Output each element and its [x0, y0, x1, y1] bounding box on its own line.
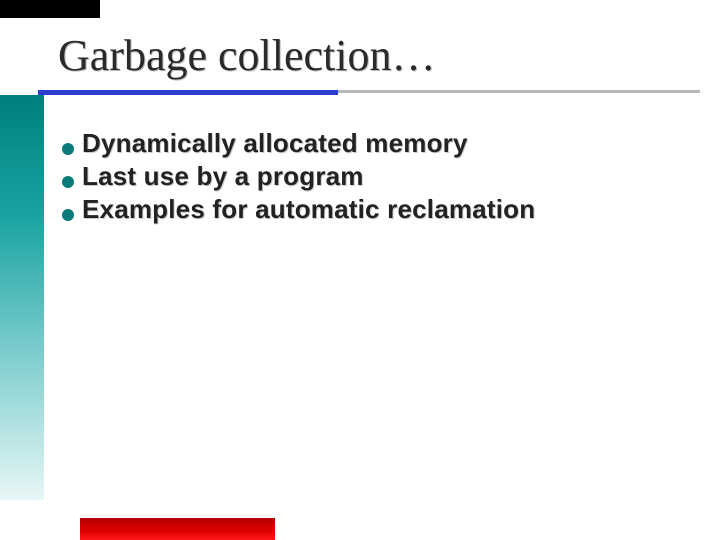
slide-title: Garbage collection…: [58, 30, 436, 81]
bullet-text: Examples for automatic reclamation: [82, 194, 535, 225]
bottom-red-bar: [80, 518, 275, 540]
bullet-list: Dynamically allocated memory Last use by…: [62, 128, 662, 227]
title-underline-grey: [338, 90, 700, 93]
bullet-icon: [62, 209, 74, 221]
list-item: Examples for automatic reclamation: [62, 194, 662, 225]
corner-black-block: [0, 0, 100, 18]
list-item: Last use by a program: [62, 161, 662, 192]
list-item: Dynamically allocated memory: [62, 128, 662, 159]
side-gradient-bar: [0, 95, 44, 500]
title-underline-accent: [38, 90, 338, 95]
bullet-text: Dynamically allocated memory: [82, 128, 468, 159]
bullet-text: Last use by a program: [82, 161, 364, 192]
title-area: Garbage collection…: [58, 30, 436, 81]
bullet-icon: [62, 143, 74, 155]
bullet-icon: [62, 176, 74, 188]
